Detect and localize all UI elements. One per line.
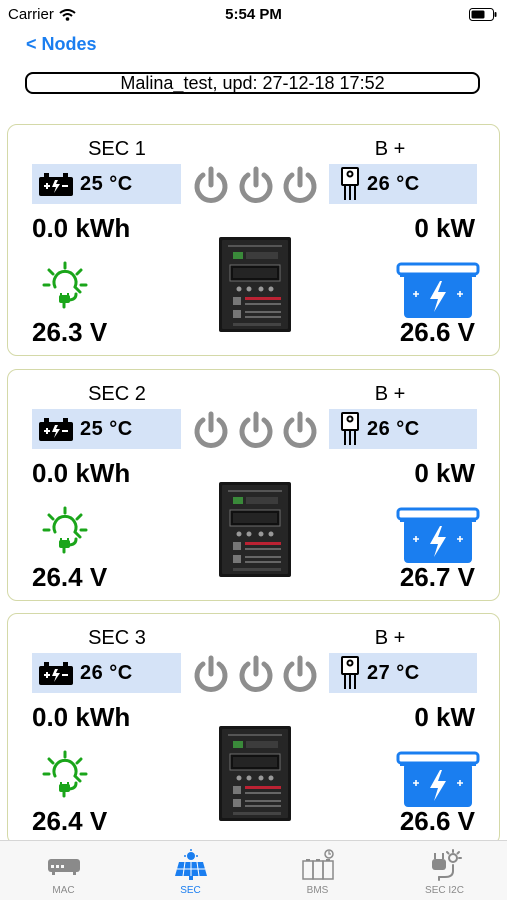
power-buttons	[192, 411, 319, 449]
node-card-1: SEC 1 B + 25 °C 26 °C 0.0 kWh 0 kW 26.3 …	[7, 124, 500, 356]
power-icon[interactable]	[281, 166, 319, 204]
update-info: Malina_test, upd: 27-12-18 17:52	[25, 72, 480, 94]
power-buttons	[192, 166, 319, 204]
tab-label: BMS	[306, 885, 329, 896]
controller-temperature: 25 °C	[32, 164, 181, 204]
battery-voltage: 26.7 V	[399, 562, 475, 592]
energy-value: 0.0 kWh	[32, 702, 131, 732]
tab-label: SEC I2C	[425, 885, 464, 896]
battery-voltage: 26.6 V	[399, 806, 475, 836]
power-icon[interactable]	[192, 411, 230, 449]
transistor-icon	[341, 167, 359, 200]
transistor-temp-value: 27 °C	[367, 661, 420, 684]
node-card-3: SEC 3 B + 26 °C 27 °C 0.0 kWh 0 kW 26.4 …	[7, 613, 500, 845]
battery-thermometer-icon	[39, 173, 73, 196]
controller-temp-value: 25 °C	[80, 172, 133, 195]
solar-voltage: 26.4 V	[32, 562, 108, 592]
sensor-label: B +	[374, 138, 406, 160]
tab-bar: MAC SEC BMS SEC I2C	[0, 840, 507, 900]
transistor-icon	[341, 656, 359, 689]
plug-sun-icon	[432, 849, 462, 881]
tab-bms[interactable]: BMS	[254, 841, 381, 901]
power-icon[interactable]	[237, 655, 275, 693]
node-title: SEC 2	[88, 383, 146, 405]
transistor-temperature: 27 °C	[329, 653, 477, 693]
router-icon	[48, 859, 80, 875]
controller-temp-value: 26 °C	[80, 661, 133, 684]
power-buttons	[192, 655, 319, 693]
battery-thermometer-icon	[39, 418, 73, 441]
energy-value: 0.0 kWh	[32, 458, 131, 488]
solar-charge-icon	[42, 750, 88, 798]
power-icon[interactable]	[192, 166, 230, 204]
battery-charge-icon	[396, 262, 480, 318]
solar-charge-icon	[42, 506, 88, 554]
power-value: 0 kW	[414, 213, 475, 243]
node-title: SEC 3	[88, 627, 146, 649]
transistor-icon	[341, 412, 359, 445]
battery-voltage: 26.6 V	[399, 317, 475, 347]
power-icon[interactable]	[281, 655, 319, 693]
charge-controller-image	[219, 482, 291, 577]
back-to-nodes-link[interactable]: < Nodes	[26, 34, 97, 55]
charge-controller-image	[219, 237, 291, 332]
battery-thermometer-icon	[39, 662, 73, 685]
transistor-temperature: 26 °C	[329, 164, 477, 204]
battery-charge-icon	[396, 751, 480, 807]
sensor-label: B +	[374, 383, 406, 405]
solar-voltage: 26.3 V	[32, 317, 108, 347]
tab-label: SEC	[180, 885, 201, 896]
transistor-temp-value: 26 °C	[367, 417, 420, 440]
transistor-temp-value: 26 °C	[367, 172, 420, 195]
tab-label: MAC	[52, 885, 75, 896]
power-icon[interactable]	[237, 411, 275, 449]
battery-pack-icon	[302, 849, 334, 880]
transistor-temperature: 26 °C	[329, 409, 477, 449]
energy-value: 0.0 kWh	[32, 213, 131, 243]
node-card-2: SEC 2 B + 25 °C 26 °C 0.0 kWh 0 kW 26.4 …	[7, 369, 500, 601]
tab-mac[interactable]: MAC	[0, 841, 127, 901]
status-time: 5:54 PM	[225, 6, 282, 23]
solar-panel-icon	[175, 849, 207, 880]
tab-sec[interactable]: SEC	[127, 841, 254, 901]
battery-status-icon	[469, 8, 497, 26]
charge-controller-image	[219, 726, 291, 821]
controller-temp-value: 25 °C	[80, 417, 133, 440]
power-value: 0 kW	[414, 702, 475, 732]
power-value: 0 kW	[414, 458, 475, 488]
controller-temperature: 25 °C	[32, 409, 181, 449]
power-icon[interactable]	[237, 166, 275, 204]
battery-charge-icon	[396, 507, 480, 563]
power-icon[interactable]	[281, 411, 319, 449]
solar-charge-icon	[42, 261, 88, 309]
node-title: SEC 1	[88, 138, 146, 160]
solar-voltage: 26.4 V	[32, 806, 108, 836]
power-icon[interactable]	[192, 655, 230, 693]
status-bar: Carrier 5:54 PM	[0, 0, 507, 30]
tab-sec-i2c[interactable]: SEC I2C	[381, 841, 507, 901]
sensor-label: B +	[374, 627, 406, 649]
controller-temperature: 26 °C	[32, 653, 181, 693]
